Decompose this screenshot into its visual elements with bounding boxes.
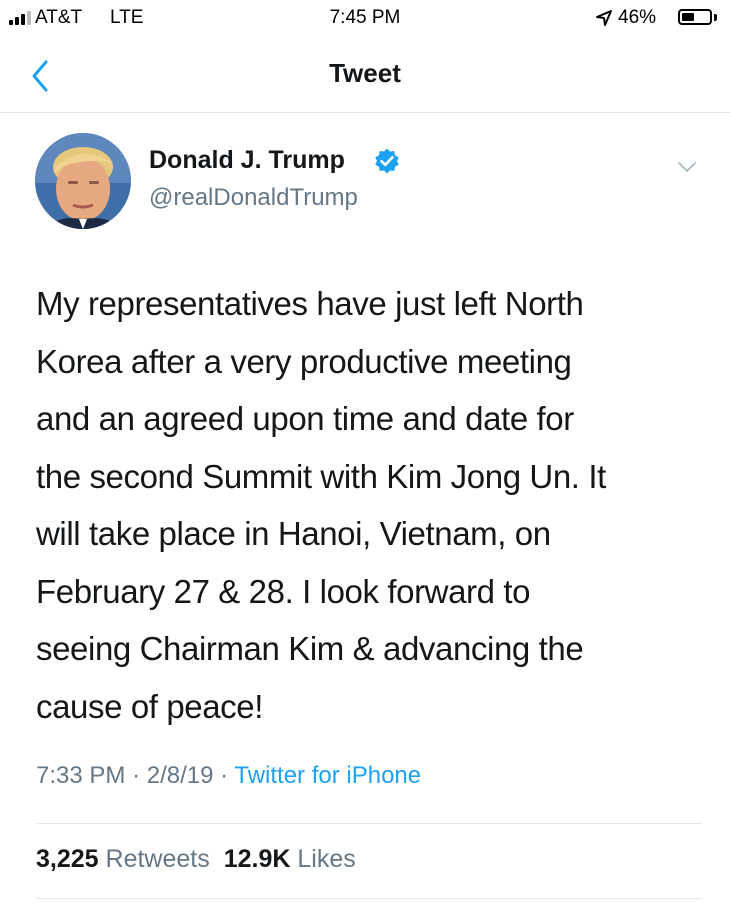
tweet-stats: 3,225 Retweets 12.9K Likes [36,845,356,874]
divider [36,898,702,899]
tweet-text: My representatives have just left North … [36,275,701,735]
author-display-name[interactable]: Donald J. Trump [149,146,345,175]
retweets-count: 3,225 [36,845,99,873]
retweets-stat[interactable]: 3,225 Retweets [36,845,210,873]
battery-level-fill [682,13,694,21]
tweet-source-link[interactable]: Twitter for iPhone [234,762,421,789]
verified-badge-icon [375,148,399,174]
tweet-text-line: Korea after a very productive meeting [36,342,572,380]
retweets-label: Retweets [105,845,210,873]
likes-label: Likes [297,845,356,873]
tweet-text-line: seeing Chairman Kim & advancing the [36,630,584,667]
tweet-meta: 7:33 PM · 2/8/19 · Twitter for iPhone [36,762,421,790]
location-arrow-icon [596,10,612,26]
tweet-text-line: the second Summit with Kim Jong Un. It [36,457,606,495]
nav-bar: Tweet [0,40,730,113]
divider [36,823,702,824]
tweet-text-line: will take place in Hanoi, Vietnam, on [36,515,551,552]
tweet-date: 2/8/19 [146,762,214,789]
battery-percent: 46% [618,7,657,28]
avatar[interactable] [35,133,131,229]
likes-stat[interactable]: 12.9K Likes [224,845,356,873]
tweet-time: 7:33 PM [36,762,126,789]
tweet-text-line: February 27 & 28. I look forward to [36,572,531,610]
page-title: Tweet [329,58,401,88]
meta-separator: · [220,762,229,789]
status-bar: AT&T LTE 7:45 PM 46% [0,0,730,40]
battery-icon [678,9,712,25]
tweet-text-line: My representatives have just left North [36,285,584,322]
profile-photo-image [35,133,131,229]
author-handle[interactable]: @realDonaldTrump [149,184,358,212]
tweet-text-line: and an agreed upon time and date for [36,400,574,437]
chevron-down-icon[interactable] [675,155,699,179]
likes-count: 12.9K [223,845,291,873]
tweet-text-line: cause of peace! [36,687,263,725]
meta-separator: · [132,762,141,789]
battery-tip [714,14,717,21]
